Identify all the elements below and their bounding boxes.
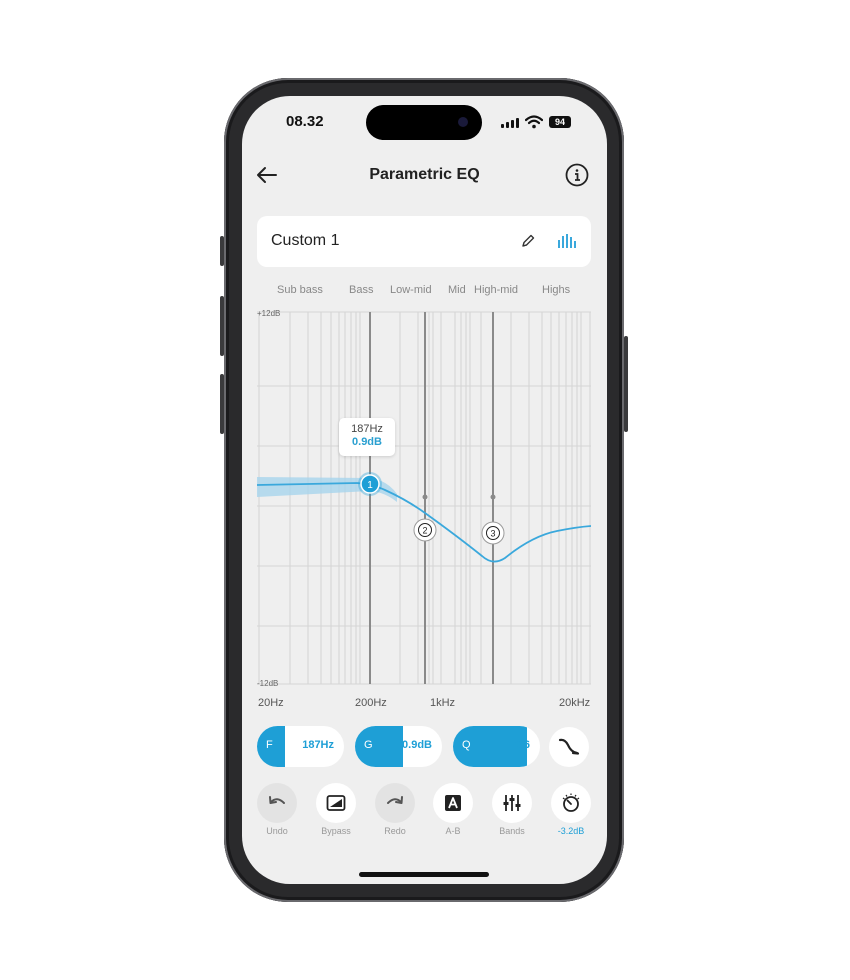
bands-button[interactable] — [492, 783, 532, 823]
ab-button[interactable] — [433, 783, 473, 823]
equalizer-bars-icon[interactable] — [558, 234, 576, 248]
gain-value: 0.9dB — [402, 739, 432, 751]
redo-label: Redo — [384, 826, 406, 836]
preset-card[interactable]: Custom 1 — [257, 216, 591, 267]
gain-letter: G — [364, 739, 373, 751]
ab-label: A-B — [445, 826, 461, 836]
gain-knob-icon — [562, 793, 580, 812]
pencil-icon[interactable] — [520, 233, 536, 249]
wifi-icon — [525, 115, 543, 129]
volume-up-button — [220, 296, 224, 356]
y-top-label: +12dB — [257, 309, 280, 318]
eq-graph[interactable]: +12dB -12dB 1 2 3 — [257, 304, 591, 688]
sliders-icon — [503, 795, 521, 811]
bypass-button[interactable] — [316, 783, 356, 823]
svg-text:3: 3 — [490, 529, 495, 539]
svg-text:1: 1 — [367, 480, 373, 491]
band-label-highs: Highs — [542, 284, 571, 296]
x-label-1khz: 1kHz — [430, 697, 456, 709]
tooltip-frequency: 187Hz — [351, 423, 383, 435]
master-gain-button[interactable] — [551, 783, 591, 823]
band-label-bass: Bass — [349, 284, 374, 296]
x-label-200hz: 200Hz — [355, 697, 387, 709]
ab-icon — [445, 795, 461, 811]
volume-down-button — [220, 374, 224, 434]
bypass-icon — [326, 795, 346, 811]
status-time: 08.32 — [286, 113, 324, 130]
band-label-mid: Mid — [448, 284, 466, 296]
signal-icon — [501, 118, 519, 128]
x-label-20khz: 20kHz — [559, 697, 591, 709]
home-indicator — [359, 872, 489, 877]
frequency-value: 187Hz — [302, 739, 334, 751]
bypass-label: Bypass — [321, 826, 351, 836]
y-bottom-label: -12dB — [257, 679, 278, 688]
eq-node-1[interactable]: 1 — [358, 472, 382, 496]
power-button — [624, 336, 628, 432]
undo-label: Undo — [266, 826, 288, 836]
svg-text:2: 2 — [422, 526, 427, 536]
eq-node-3[interactable]: 3 — [481, 521, 505, 545]
tooltip-gain: 0.9dB — [352, 436, 382, 448]
q-value: 0.6 — [514, 739, 530, 751]
eq-node-2[interactable]: 2 — [413, 518, 437, 542]
frequency-slider[interactable]: F 187Hz — [257, 726, 344, 767]
q-slider[interactable]: Q 0.6 — [453, 726, 540, 767]
redo-icon — [387, 796, 403, 804]
page-title: Parametric EQ — [369, 166, 480, 183]
battery-indicator: 94 — [549, 116, 571, 128]
redo-button[interactable] — [375, 783, 415, 823]
undo-button[interactable] — [257, 783, 297, 823]
band-label-high-mid: High-mid — [474, 284, 519, 296]
band-label-sub-bass: Sub bass — [277, 284, 323, 296]
info-icon[interactable] — [565, 163, 589, 187]
gain-slider[interactable]: G 0.9dB — [355, 726, 442, 767]
preset-name: Custom 1 — [271, 232, 340, 249]
camera-icon — [458, 117, 468, 127]
q-letter: Q — [462, 739, 471, 751]
filter-shape-icon — [558, 738, 580, 755]
undo-icon — [269, 796, 285, 804]
node-tooltip: 187Hz 0.9dB — [339, 418, 395, 456]
action-button — [220, 236, 224, 266]
bands-label: Bands — [499, 826, 525, 836]
band-label-low-mid: Low-mid — [390, 284, 432, 296]
x-label-20hz: 20Hz — [258, 697, 284, 709]
frequency-letter: F — [266, 739, 273, 751]
master-gain-label: -3.2dB — [557, 826, 585, 836]
filter-type-button[interactable] — [549, 727, 589, 767]
app-screen: 08.32 94 Parametric EQ Custom 1 Sub bass… — [242, 96, 607, 884]
